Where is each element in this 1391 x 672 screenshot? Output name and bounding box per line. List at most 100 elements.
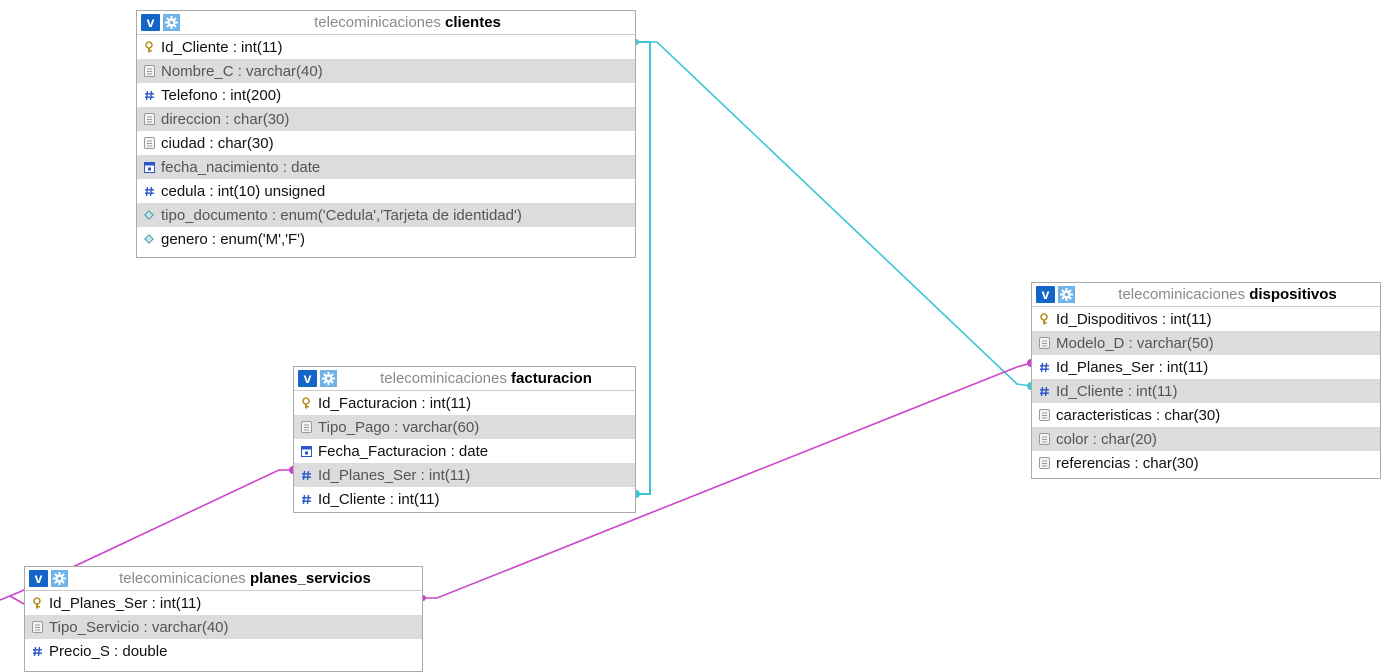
column-label: Id_Cliente : int(11) — [318, 490, 440, 508]
column-row[interactable]: Nombre_C : varchar(40) — [137, 59, 635, 83]
relation-clientes-dispositivos — [650, 41, 1032, 387]
column-row[interactable]: tipo_documento : enum('Cedula','Tarjeta … — [137, 203, 635, 227]
column-row[interactable]: referencias : char(30) — [1032, 451, 1380, 475]
text-column-icon — [300, 420, 312, 434]
database-name: telecominicaciones — [380, 370, 507, 387]
table-facturacion[interactable]: v telecominicaciones facturacion Id_Fact… — [293, 366, 636, 513]
column-label: Id_Planes_Ser : int(11) — [318, 466, 471, 484]
column-label: color : char(20) — [1056, 430, 1157, 448]
table-title: telecominicaciones facturacion — [337, 370, 635, 387]
column-row[interactable]: Modelo_D : varchar(50) — [1032, 331, 1380, 355]
column-row[interactable]: fecha_nacimiento : date — [137, 155, 635, 179]
column-label: direccion : char(30) — [161, 110, 290, 128]
database-name: telecominicaciones — [1118, 286, 1246, 303]
column-row[interactable]: Id_Planes_Ser : int(11) — [294, 463, 635, 487]
text-column-icon — [1038, 456, 1050, 470]
text-column-icon — [143, 64, 155, 78]
number-column-icon — [300, 468, 312, 482]
text-column-icon — [143, 112, 155, 126]
gear-icon[interactable] — [1058, 286, 1075, 303]
database-name: telecominicaciones — [314, 14, 441, 31]
table-name: facturacion — [511, 370, 592, 387]
primary-key-icon — [143, 40, 155, 54]
gear-icon[interactable] — [51, 570, 68, 587]
column-row[interactable]: Precio_S : double — [25, 639, 422, 663]
column-label: fecha_nacimiento : date — [161, 158, 321, 176]
table-header[interactable]: v telecominicaciones planes_servicios — [25, 567, 422, 591]
gear-icon[interactable] — [163, 14, 180, 31]
column-row[interactable]: Tipo_Pago : varchar(60) — [294, 415, 635, 439]
column-list: Id_Cliente : int(11) Nombre_C : varchar(4… — [137, 35, 635, 251]
relation-clientes-facturacion — [636, 41, 651, 495]
v-icon[interactable]: v — [141, 14, 160, 31]
table-planes-servicios[interactable]: v telecominicaciones planes_servicios Id… — [24, 566, 423, 672]
column-label: Tipo_Pago : varchar(60) — [318, 418, 480, 436]
column-list: Id_Facturacion : int(11) Tipo_Pago : varc… — [294, 391, 635, 511]
column-label: Id_Facturacion : int(11) — [318, 394, 472, 412]
column-label: tipo_documento : enum('Cedula','Tarjeta … — [161, 206, 522, 224]
primary-key-icon — [31, 596, 43, 610]
table-title: telecominicaciones clientes — [180, 14, 635, 31]
date-column-icon — [300, 444, 312, 458]
table-title: telecominicaciones dispositivos — [1075, 286, 1380, 303]
column-row[interactable]: cedula : int(10) unsigned — [137, 179, 635, 203]
table-dispositivos[interactable]: v telecominicaciones dispositivos Id_Dis… — [1031, 282, 1381, 479]
table-title: telecominicaciones planes_servicios — [68, 570, 422, 587]
column-label: Id_Dispoditivos : int(11) — [1056, 310, 1212, 328]
v-icon[interactable]: v — [29, 570, 48, 587]
column-row[interactable]: Id_Planes_Ser : int(11) — [25, 591, 422, 615]
table-name: planes_servicios — [249, 570, 371, 587]
column-row[interactable]: Telefono : int(200) — [137, 83, 635, 107]
table-header[interactable]: v telecominicaciones clientes — [137, 11, 635, 35]
v-icon[interactable]: v — [1036, 286, 1055, 303]
enum-column-icon — [143, 208, 155, 222]
column-label: Id_Planes_Ser : int(11) — [1056, 358, 1209, 376]
column-label: Modelo_D : varchar(50) — [1056, 334, 1214, 352]
table-name: dispositivos — [1249, 286, 1337, 303]
column-row[interactable]: Id_Cliente : int(11) — [1032, 379, 1380, 403]
text-column-icon — [31, 620, 43, 634]
column-row[interactable]: direccion : char(30) — [137, 107, 635, 131]
column-row[interactable]: genero : enum('M','F') — [137, 227, 635, 251]
text-column-icon — [1038, 432, 1050, 446]
primary-key-icon — [300, 396, 312, 410]
column-label: ciudad : char(30) — [161, 134, 274, 152]
column-row[interactable]: Fecha_Facturacion : date — [294, 439, 635, 463]
enum-column-icon — [143, 232, 155, 246]
column-row[interactable]: ciudad : char(30) — [137, 131, 635, 155]
table-header[interactable]: v telecominicaciones facturacion — [294, 367, 635, 391]
column-row[interactable]: Tipo_Servicio : varchar(40) — [25, 615, 422, 639]
column-row[interactable]: color : char(20) — [1032, 427, 1380, 451]
relation-planes-left-stub — [0, 595, 25, 605]
column-row[interactable]: Id_Dispoditivos : int(11) — [1032, 307, 1380, 331]
column-label: Id_Planes_Ser : int(11) — [49, 594, 202, 612]
date-column-icon — [143, 160, 155, 174]
database-name: telecominicaciones — [119, 570, 246, 587]
table-header[interactable]: v telecominicaciones dispositivos — [1032, 283, 1380, 307]
column-row[interactable]: Id_Facturacion : int(11) — [294, 391, 635, 415]
column-label: Fecha_Facturacion : date — [318, 442, 489, 460]
column-row[interactable]: Id_Cliente : int(11) — [137, 35, 635, 59]
number-column-icon — [143, 184, 155, 198]
primary-key-icon — [1038, 312, 1050, 326]
column-list: Id_Dispoditivos : int(11) Modelo_D : varc… — [1032, 307, 1380, 475]
table-clientes[interactable]: v telecominicaciones clientes Id_Cliente… — [136, 10, 636, 258]
column-row[interactable]: Id_Planes_Ser : int(11) — [1032, 355, 1380, 379]
column-label: Precio_S : double — [49, 642, 168, 660]
column-label: referencias : char(30) — [1056, 454, 1199, 472]
column-list: Id_Planes_Ser : int(11) Tipo_Servicio : v… — [25, 591, 422, 663]
column-label: Id_Cliente : int(11) — [161, 38, 283, 56]
number-column-icon — [143, 88, 155, 102]
gear-icon[interactable] — [320, 370, 337, 387]
column-label: genero : enum('M','F') — [161, 230, 306, 248]
column-label: Id_Cliente : int(11) — [1056, 382, 1178, 400]
text-column-icon — [143, 136, 155, 150]
column-row[interactable]: caracteristicas : char(30) — [1032, 403, 1380, 427]
column-label: Tipo_Servicio : varchar(40) — [49, 618, 229, 636]
v-icon[interactable]: v — [298, 370, 317, 387]
table-name: clientes — [445, 14, 501, 31]
number-column-icon — [1038, 360, 1050, 374]
number-column-icon — [300, 492, 312, 506]
column-label: Telefono : int(200) — [161, 86, 282, 104]
column-row[interactable]: Id_Cliente : int(11) — [294, 487, 635, 511]
